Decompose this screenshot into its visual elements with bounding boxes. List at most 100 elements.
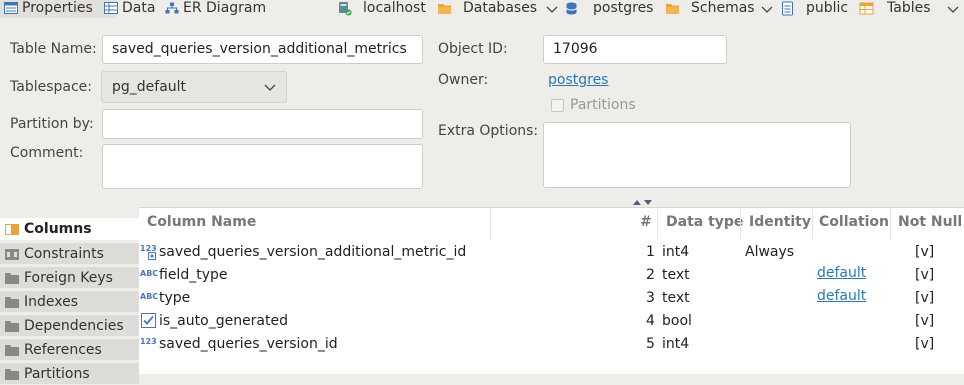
nav-item-label: Indexes (24, 294, 79, 310)
tablespace-value: pg_default (112, 79, 187, 95)
nav-item-constraints[interactable]: Constraints (0, 242, 139, 264)
text-type-icon: ABC (140, 292, 159, 301)
server-connection-icon (339, 2, 352, 16)
cell-number: 4 (646, 313, 655, 329)
tab-data-label: Data (122, 0, 156, 16)
partitions-checkbox[interactable] (551, 99, 564, 112)
object-id-field[interactable]: 17096 (543, 35, 727, 64)
collapse-handle-icon[interactable] (631, 199, 655, 206)
data-grid-icon (104, 2, 118, 14)
cell-not-null[interactable]: [v] (915, 241, 934, 263)
grid-top-border (139, 207, 964, 208)
breadcrumb-schemas[interactable]: Schemas (691, 0, 755, 18)
cell-not-null[interactable]: [v] (915, 287, 934, 309)
nav-item-references[interactable]: References (0, 338, 139, 360)
cell-data-type: text (662, 290, 690, 306)
partition-by-label: Partition by: (10, 116, 94, 132)
folder-icon (5, 321, 19, 332)
breadcrumb-schema[interactable]: public (806, 0, 848, 18)
folder-icon (5, 297, 19, 308)
table-name-label: Table Name: (10, 41, 97, 57)
boolean-check-icon (141, 313, 156, 328)
nav-item-partitions[interactable]: Partitions (0, 362, 139, 384)
header-divider (812, 209, 813, 239)
cell-number: 1 (646, 244, 655, 260)
nav-item-label: Partitions (24, 366, 90, 382)
object-id-label: Object ID: (438, 41, 508, 57)
cell-data-type: bool (662, 313, 692, 329)
cell-number: 2 (646, 267, 655, 283)
tab-er-diagram-label: ER Diagram (183, 0, 267, 16)
breadcrumb-databases[interactable]: Databases (463, 0, 537, 18)
schema-icon (782, 1, 793, 16)
text-type-icon: ABC (140, 269, 159, 278)
cell-column-name: field_type (159, 267, 228, 283)
tablespace-label: Tablespace: (10, 79, 92, 95)
cell-identity: Always (745, 244, 795, 260)
editor-toolbar: Properties Data ER Diagram localhost Dat… (0, 0, 964, 18)
cell-column-name: saved_queries_version_id (159, 336, 338, 352)
nav-item-label: Constraints (24, 246, 104, 262)
header-divider (740, 209, 741, 239)
er-diagram-icon (165, 2, 179, 14)
extra-options-label: Extra Options: (438, 123, 539, 139)
key-icon (148, 252, 156, 260)
column-header-identity[interactable]: Identity (749, 209, 811, 235)
cell-number: 5 (646, 336, 655, 352)
cell-not-null[interactable]: [v] (915, 310, 934, 332)
chevron-down-icon[interactable] (545, 3, 559, 15)
cell-not-null[interactable]: [v] (915, 333, 934, 355)
nav-item-columns[interactable]: Columns (0, 218, 139, 240)
column-header-collation[interactable]: Collation (819, 209, 889, 235)
header-divider (657, 209, 658, 239)
folder-icon (666, 4, 679, 14)
extra-options-textarea[interactable] (543, 122, 851, 188)
header-divider (490, 209, 491, 239)
nav-item-label: Columns (24, 221, 92, 237)
cell-column-name: is_auto_generated (159, 313, 289, 329)
tablespace-select[interactable]: pg_default (101, 71, 287, 103)
nav-item-foreign-keys[interactable]: Foreign Keys (0, 266, 139, 288)
nav-item-label: Foreign Keys (24, 270, 113, 286)
cell-column-name: type (159, 290, 191, 306)
comment-textarea[interactable] (102, 144, 423, 189)
cell-collation-link[interactable]: default (817, 285, 866, 307)
chevron-down-icon[interactable] (760, 3, 774, 15)
tab-data[interactable]: Data (100, 0, 155, 18)
cell-not-null[interactable]: [v] (915, 264, 934, 286)
column-header-name[interactable]: Column Name (147, 209, 256, 235)
chevron-down-icon[interactable] (946, 3, 960, 15)
tab-er-diagram[interactable]: ER Diagram (161, 0, 266, 18)
database-icon (566, 2, 577, 15)
column-header-number[interactable]: # (640, 209, 652, 235)
tables-folder-icon (859, 2, 874, 15)
partitions-checkbox-label: Partitions (570, 97, 636, 113)
folder-icon (5, 345, 19, 356)
comment-label: Comment: (10, 145, 84, 161)
columns-icon (5, 224, 19, 235)
breadcrumb-tables[interactable]: Tables (887, 0, 931, 18)
column-header-not-null[interactable]: Not Null (898, 209, 962, 235)
cell-data-type: text (662, 267, 690, 283)
numeric-key-icon: 123 (140, 245, 157, 260)
owner-link[interactable]: postgres (548, 72, 608, 88)
owner-label: Owner: (438, 72, 489, 88)
table-name-input[interactable]: saved_queries_version_additional_metrics (102, 35, 423, 64)
partition-by-input[interactable] (102, 109, 423, 139)
properties-icon (4, 2, 18, 14)
numeric-icon: 123 (140, 337, 157, 346)
tab-properties[interactable]: Properties (0, 0, 116, 18)
folder-icon (5, 273, 19, 284)
cell-collation-link[interactable]: default (817, 262, 866, 284)
header-divider (890, 209, 891, 239)
column-header-data-type[interactable]: Data type (666, 209, 743, 235)
breadcrumb-host[interactable]: localhost (363, 0, 426, 18)
tab-properties-label: Properties (22, 0, 93, 16)
nav-item-indexes[interactable]: Indexes (0, 290, 139, 312)
table-sections-nav: Columns Constraints Foreign Keys Indexes… (0, 217, 139, 384)
nav-item-dependencies[interactable]: Dependencies (0, 314, 139, 336)
folder-icon (5, 369, 19, 380)
cell-number: 3 (646, 290, 655, 306)
breadcrumb-database[interactable]: postgres (593, 0, 653, 18)
cell-data-type: int4 (662, 336, 690, 352)
